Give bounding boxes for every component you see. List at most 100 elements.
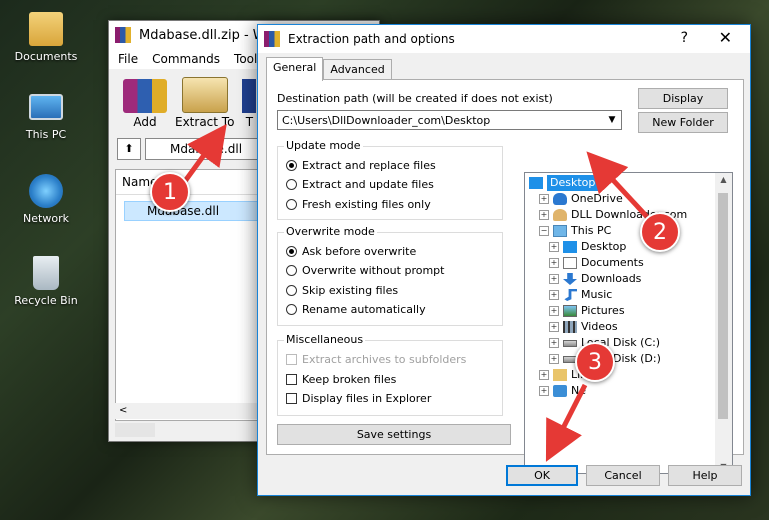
column-header-name[interactable]: Name [116,170,266,195]
radio-skip-existing[interactable]: Skip existing files [286,284,398,297]
option-label: Extract archives to subfolders [302,353,467,366]
checkbox-icon [286,354,297,365]
horizontal-scrollbar[interactable]: < [115,403,265,419]
tree-node-label: OneDrive [571,192,623,205]
expand-icon[interactable]: + [549,322,559,332]
file-list: Name Mdabase.dll [115,169,267,421]
tree-node-label: Pictures [581,304,625,317]
tree-node[interactable]: + Videos [549,319,618,335]
desktop-icon-documents[interactable]: Documents [8,12,84,63]
cloud-icon [553,193,567,205]
menu-commands[interactable]: Commands [152,52,220,66]
save-settings-button[interactable]: Save settings [277,424,511,445]
option-label: Ask before overwrite [302,245,417,258]
expand-icon[interactable]: + [549,274,559,284]
cancel-button[interactable]: Cancel [586,465,660,486]
close-icon[interactable]: ✕ [719,28,732,47]
expand-icon[interactable]: + [539,194,549,204]
pc-icon [553,225,567,237]
tree-node[interactable]: + Ne [539,383,586,399]
radio-fresh-existing[interactable]: Fresh existing files only [286,198,431,211]
tree-node[interactable]: + OneDrive [539,191,623,207]
checkbox-icon[interactable] [286,393,297,404]
help-button[interactable]: Help [668,465,742,486]
checkbox-icon[interactable] [286,374,297,385]
expand-icon[interactable]: + [549,354,559,364]
recycle-bin-icon [33,256,59,290]
file-row[interactable]: Mdabase.dll [124,201,266,221]
tree-vertical-scrollbar[interactable]: ▲ ▼ [715,173,732,473]
expand-icon[interactable]: + [539,210,549,220]
tab-general[interactable]: General [266,57,324,81]
expand-icon[interactable]: + [549,338,559,348]
download-icon [563,273,577,285]
tab-advanced[interactable]: Advanced [323,59,392,80]
checkbox-display-explorer[interactable]: Display files in Explorer [286,392,431,405]
option-label: Skip existing files [302,284,399,297]
expand-icon[interactable]: + [549,242,559,252]
display-button[interactable]: Display [638,88,728,109]
help-icon[interactable]: ? [681,30,688,46]
scroll-left-icon[interactable]: < [119,405,127,416]
network-icon [553,385,567,397]
radio-icon[interactable] [286,179,297,190]
expand-icon[interactable]: + [549,290,559,300]
folder-icon [29,12,63,46]
radio-icon[interactable] [286,285,297,296]
radio-overwrite-without-prompt[interactable]: Overwrite without prompt [286,264,444,277]
desktop-icon-recycle-bin[interactable]: Recycle Bin [8,256,84,307]
radio-icon[interactable] [286,304,297,315]
music-icon [564,289,577,301]
checkbox-keep-broken[interactable]: Keep broken files [286,373,396,386]
scroll-up-icon[interactable]: ▲ [715,175,732,184]
radio-extract-update[interactable]: Extract and update files [286,178,434,191]
destination-path-input[interactable]: C:\Users\DllDownloader_com\Desktop ▼ [277,110,622,130]
add-button[interactable]: Add [123,79,167,129]
picture-icon [563,305,577,317]
tree-node[interactable]: + Music [549,287,612,303]
desktop-icon-this-pc[interactable]: This PC [8,94,84,141]
radio-rename-auto[interactable]: Rename automatically [286,303,426,316]
radio-icon[interactable] [286,265,297,276]
tree-node[interactable]: Desktop [529,175,599,191]
user-icon [553,209,567,221]
radio-extract-replace[interactable]: Extract and replace files [286,159,436,172]
overwrite-mode-title: Overwrite mode [284,225,377,238]
desktop-icon-label: Network [23,212,69,225]
option-label: Fresh existing files only [302,198,431,211]
misc-group: Miscellaneous Extract archives to subfol… [277,333,503,416]
radio-icon[interactable] [286,199,297,210]
radio-ask-before[interactable]: Ask before overwrite [286,245,416,258]
expand-icon[interactable]: + [549,258,559,268]
destination-label: Destination path (will be created if doe… [277,92,553,105]
extract-to-button[interactable]: Extract To [175,77,234,129]
tree-node[interactable]: − This PC [539,223,611,239]
tree-node[interactable]: + Pictures [549,303,625,319]
menu-file[interactable]: File [118,52,138,66]
expand-icon[interactable]: + [539,370,549,380]
document-icon [563,257,577,269]
update-mode-group: Update mode Extract and replace files Ex… [277,139,503,220]
new-folder-button[interactable]: New Folder [638,112,728,133]
collapse-icon[interactable]: − [539,226,549,236]
expand-icon[interactable]: + [539,386,549,396]
dialog-title-bar[interactable]: Extraction path and options ? ✕ [258,25,750,53]
radio-selected-icon[interactable] [286,160,297,171]
tree-node[interactable]: + Desktop [549,239,626,255]
tree-node[interactable]: + Downloads [549,271,641,287]
test-button[interactable]: T [242,79,257,129]
tree-node-label: Documents [581,256,644,269]
scrollbar-thumb[interactable] [718,193,728,419]
expand-icon[interactable]: + [549,306,559,316]
up-folder-button[interactable]: ⬆ [117,138,141,160]
window-title: Mdabase.dll.zip - W [139,27,266,43]
desktop-icon [563,241,577,253]
ok-button[interactable]: OK [506,465,578,486]
tree-node-label: Downloads [581,272,642,285]
folder-tree[interactable]: +Ne+Libr+Local Disk (D:)+Local Disk (C:)… [524,172,733,474]
desktop-icon-network[interactable]: Network [8,174,84,225]
tree-node[interactable]: + Documents [549,255,644,271]
add-label: Add [133,115,157,129]
chevron-down-icon[interactable]: ▼ [603,111,621,129]
radio-selected-icon[interactable] [286,246,297,257]
